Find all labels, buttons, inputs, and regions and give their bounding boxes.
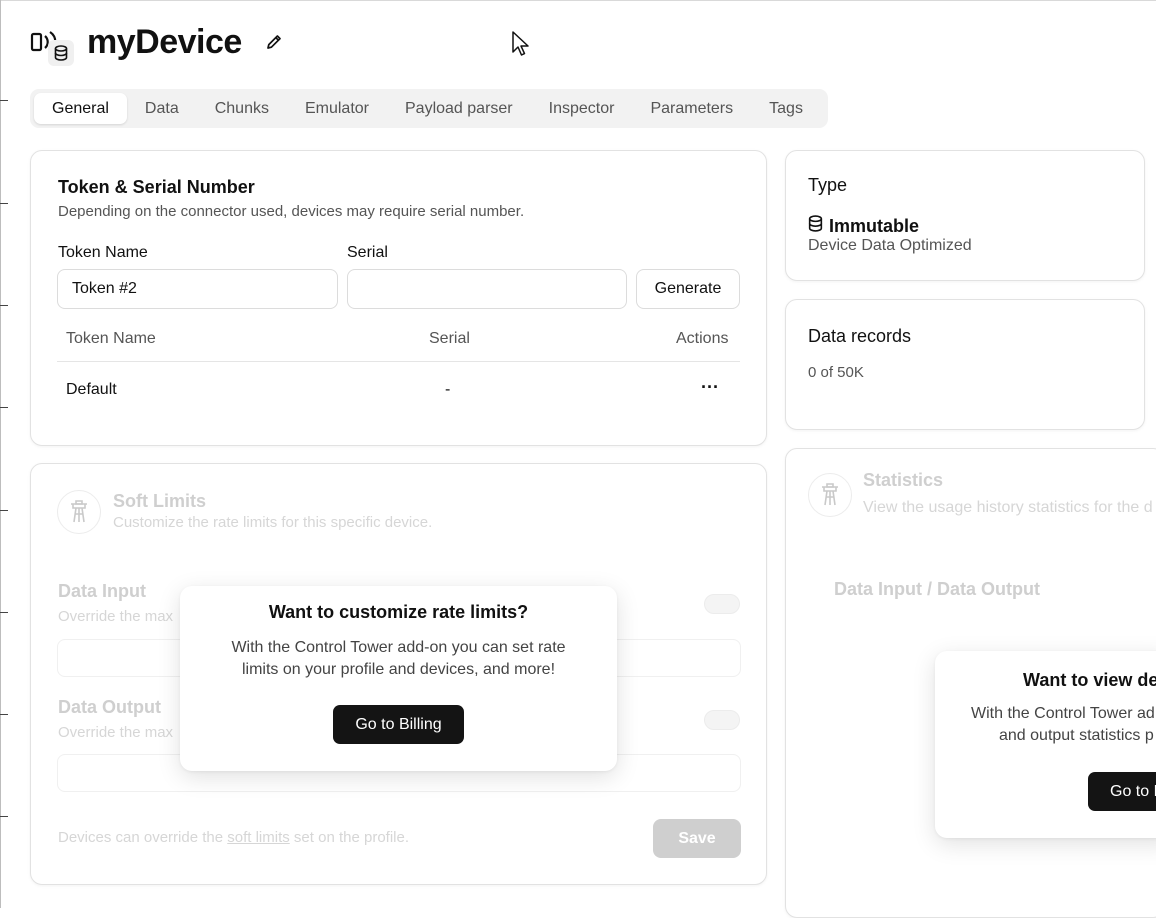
table-divider xyxy=(57,361,740,362)
stats-popup-title: Want to view de xyxy=(1023,670,1156,690)
footer-text-end: set on the profile. xyxy=(289,829,410,846)
tab-emulator[interactable]: Emulator xyxy=(287,93,387,124)
records-value: 0 of 50K xyxy=(808,364,864,381)
ruler-tick xyxy=(0,407,8,408)
tab-inspector[interactable]: Inspector xyxy=(531,93,633,124)
ruler-tick xyxy=(0,714,8,715)
data-input-subtitle: Override the max xyxy=(58,608,174,625)
ruler-tick xyxy=(0,203,8,204)
table-header-actions: Actions xyxy=(676,330,729,347)
soft-limits-title: Soft Limits xyxy=(113,491,206,511)
mouse-cursor-icon xyxy=(511,30,531,58)
data-output-subtitle: Override the max xyxy=(58,724,174,741)
type-card-title: Type xyxy=(808,175,848,195)
page-title: myDevice xyxy=(87,23,242,61)
token-row-serial: - xyxy=(445,381,451,398)
statistics-title: Statistics xyxy=(863,470,944,490)
token-card-subtitle: Depending on the connector used, devices… xyxy=(58,203,525,220)
soft-limits-subtitle: Customize the rate limits for this speci… xyxy=(113,514,433,531)
type-card: Type Immutable Device Data Optimized xyxy=(785,150,1145,281)
tower-icon xyxy=(808,473,852,517)
data-input-toggle[interactable] xyxy=(704,594,740,614)
ruler-tick xyxy=(0,100,8,101)
data-output-title: Data Output xyxy=(58,697,161,717)
serial-label: Serial xyxy=(347,244,388,261)
table-header-token-name: Token Name xyxy=(66,330,156,347)
generate-button[interactable]: Generate xyxy=(636,269,740,309)
token-card-title: Token & Serial Number xyxy=(58,177,255,197)
window-top-border xyxy=(0,0,1156,1)
soft-limits-link[interactable]: soft limits xyxy=(227,829,290,846)
device-signal-database-icon xyxy=(30,28,76,66)
type-description: Device Data Optimized xyxy=(808,237,972,254)
data-input-title: Data Input xyxy=(58,581,146,601)
ruler-tick xyxy=(0,612,8,613)
serial-input[interactable] xyxy=(347,269,627,309)
popup-text-line1: With the Control Tower add-on you can se… xyxy=(231,639,566,656)
token-name-input[interactable]: Token #2 xyxy=(57,269,338,309)
type-value: Immutable xyxy=(808,215,919,237)
upgrade-rate-limits-popup: Want to customize rate limits? With the … xyxy=(180,586,617,771)
tab-parameters[interactable]: Parameters xyxy=(632,93,751,124)
upgrade-statistics-popup: Want to view de With the Control Tower a… xyxy=(935,651,1156,838)
stats-popup-line1: With the Control Tower ad xyxy=(971,705,1155,722)
tab-general[interactable]: General xyxy=(34,93,127,124)
tab-bar: General Data Chunks Emulator Payload par… xyxy=(30,89,828,128)
table-header-serial: Serial xyxy=(429,330,470,347)
tab-data[interactable]: Data xyxy=(127,93,197,124)
tab-tags[interactable]: Tags xyxy=(751,93,821,124)
chart-title: Data Input / Data Output xyxy=(834,579,1040,599)
popup-text-line2: limits on your profile and devices, and … xyxy=(241,661,556,678)
go-to-billing-button[interactable]: Go to B xyxy=(1088,772,1156,811)
footer-text: Devices can override the xyxy=(58,829,228,846)
row-actions-menu-icon[interactable]: ··· xyxy=(701,377,719,398)
database-icon xyxy=(808,215,823,237)
pencil-icon[interactable] xyxy=(264,32,284,52)
window-left-border xyxy=(0,0,1,908)
tab-payload-parser[interactable]: Payload parser xyxy=(387,93,531,124)
save-button[interactable]: Save xyxy=(653,819,741,858)
records-card-title: Data records xyxy=(808,326,912,346)
ruler-tick xyxy=(0,816,8,817)
ruler-tick xyxy=(0,510,8,511)
token-row-name: Default xyxy=(66,381,117,398)
stats-popup-line2: and output statistics p xyxy=(999,727,1154,744)
token-serial-card: Token & Serial Number Depending on the c… xyxy=(30,150,767,446)
statistics-subtitle: View the usage history statistics for th… xyxy=(863,499,1153,516)
data-output-toggle[interactable] xyxy=(704,710,740,730)
token-name-label: Token Name xyxy=(58,244,148,261)
tower-icon xyxy=(57,490,101,534)
type-value-label: Immutable xyxy=(829,215,920,236)
tab-chunks[interactable]: Chunks xyxy=(197,93,287,124)
data-records-card: Data records 0 of 50K xyxy=(785,299,1145,430)
go-to-billing-button[interactable]: Go to Billing xyxy=(333,705,464,744)
ruler-tick xyxy=(0,305,8,306)
soft-limits-footer: Devices can override the soft limits set… xyxy=(58,829,409,846)
popup-title: Want to customize rate limits? xyxy=(268,602,529,622)
